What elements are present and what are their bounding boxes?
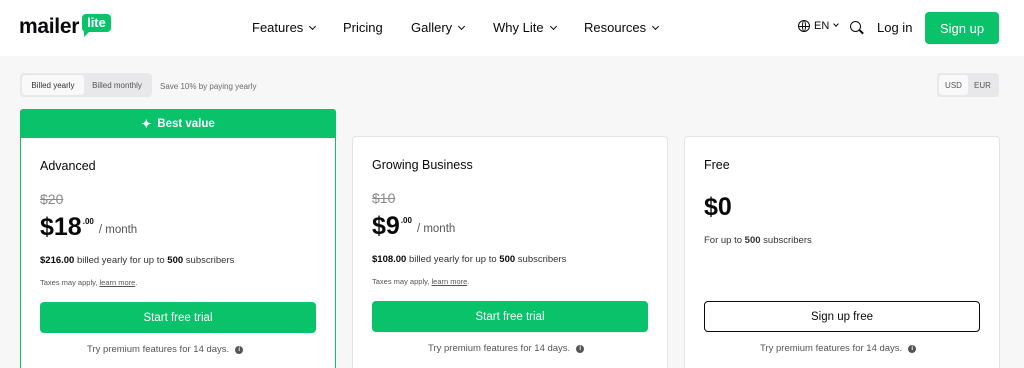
free-sub-prefix: For up to: [704, 235, 743, 246]
nav-resources-label: Resources: [584, 20, 647, 35]
billing-toggle: Billed yearly Billed monthly: [20, 73, 152, 97]
login-link[interactable]: Log in: [877, 20, 912, 36]
taxes-text: Taxes may apply,: [40, 278, 98, 287]
old-price: $10: [372, 190, 396, 206]
trial-note-text: Try premium features for 14 days.: [760, 343, 903, 354]
start-free-trial-button[interactable]: Start free trial: [40, 302, 316, 333]
billed-amount: $216.00: [40, 255, 75, 266]
price: $9 .00 / month: [372, 213, 455, 239]
price: $18 .00 / month: [40, 214, 137, 240]
mailerlite-logo[interactable]: mailer lite: [19, 14, 111, 40]
logo-text: mailer: [19, 15, 80, 38]
chevron-down-icon: [833, 21, 840, 27]
price-amount: $0: [704, 193, 732, 221]
language-selector[interactable]: EN: [798, 20, 840, 32]
price-period: / month: [98, 224, 138, 236]
trial-note: Try premium features for 14 days. i: [87, 344, 244, 355]
plan-name: Growing Business: [372, 158, 473, 172]
nav-pricing-label: Pricing: [343, 20, 383, 35]
sign-up-free-button[interactable]: Sign up free: [704, 301, 980, 332]
taxes-text: Taxes may apply,: [372, 277, 430, 286]
currency-eur[interactable]: EUR: [968, 75, 997, 95]
billed-text: billed yearly for up to: [76, 255, 165, 266]
nav-gallery-label: Gallery: [411, 20, 453, 35]
plan-card-free: Free $0 For up to 500 subscribers Sign u…: [684, 136, 1000, 368]
billed-text: billed yearly for up to: [408, 254, 497, 265]
price-period: / month: [416, 223, 456, 235]
subscriber-suffix: subscribers: [763, 235, 812, 246]
subscriber-suffix: subscribers: [185, 255, 235, 266]
chevron-down-icon: [549, 22, 557, 30]
info-icon[interactable]: i: [235, 345, 244, 354]
save-note: Save 10% by paying yearly: [160, 82, 257, 91]
price-cents: .00: [82, 217, 94, 226]
nav-why-lite[interactable]: Why Lite: [493, 20, 557, 36]
trial-note-text: Try premium features for 14 days.: [87, 344, 230, 355]
trial-note-text: Try premium features for 14 days.: [428, 343, 571, 354]
trial-note: Try premium features for 14 days. i: [428, 343, 585, 354]
currency-toggle: USD EUR: [937, 73, 999, 97]
signup-button[interactable]: Sign up: [925, 12, 999, 44]
plan-name: Advanced: [40, 159, 96, 173]
taxes-note: Taxes may apply, learn more.: [372, 277, 469, 286]
plan-card-advanced: ✦ Best value Advanced $20 $18 .00 / mont…: [20, 109, 336, 368]
price-cents: .00: [400, 216, 412, 225]
sparkle-icon: ✦: [141, 116, 152, 131]
chevron-down-icon: [652, 22, 660, 30]
chevron-down-icon: [458, 22, 466, 30]
price-amount: $18: [40, 213, 82, 241]
taxes-period: .: [467, 277, 470, 286]
currency-usd[interactable]: USD: [939, 75, 968, 95]
nav-gallery[interactable]: Gallery: [411, 20, 466, 36]
subscriber-count: 500: [744, 235, 761, 246]
billed-amount: $108.00: [372, 254, 407, 265]
nav-resources[interactable]: Resources: [584, 20, 660, 36]
globe-icon: [798, 20, 810, 32]
info-icon[interactable]: i: [576, 344, 585, 353]
billed-info: $216.00 billed yearly for up to 500 subs…: [40, 255, 234, 266]
plan-name: Free: [704, 158, 730, 172]
learn-more-link[interactable]: learn more: [99, 278, 135, 287]
billed-monthly-option[interactable]: Billed monthly: [84, 75, 150, 95]
learn-more-link[interactable]: learn more: [431, 277, 467, 286]
billed-info: $108.00 billed yearly for up to 500 subs…: [372, 254, 566, 265]
nav-features-label: Features: [252, 20, 304, 35]
language-label: EN: [814, 20, 830, 32]
plan-card-growing-business: Growing Business $10 $9 .00 / month $108…: [352, 136, 668, 368]
info-icon[interactable]: i: [908, 344, 917, 353]
free-subscribers-info: For up to 500 subscribers: [704, 235, 812, 246]
start-free-trial-button[interactable]: Start free trial: [372, 301, 648, 332]
trial-note: Try premium features for 14 days. i: [760, 343, 917, 354]
subscriber-suffix: subscribers: [517, 254, 567, 265]
chevron-down-icon: [309, 22, 317, 30]
price-amount: $9: [372, 212, 400, 240]
billed-yearly-option[interactable]: Billed yearly: [22, 75, 84, 95]
pricing-section: Billed yearly Billed monthly Save 10% by…: [0, 56, 1024, 368]
old-price: $20: [40, 191, 64, 207]
subscriber-count: 500: [167, 255, 184, 266]
taxes-period: .: [135, 278, 138, 287]
logo-badge: lite: [82, 14, 111, 37]
best-value-banner: ✦ Best value: [20, 109, 336, 138]
best-value-label: Best value: [157, 117, 215, 130]
subscriber-count: 500: [499, 254, 516, 265]
nav-features[interactable]: Features: [252, 20, 317, 36]
taxes-note: Taxes may apply, learn more.: [40, 278, 137, 287]
search-icon[interactable]: [850, 21, 861, 32]
nav-pricing[interactable]: Pricing: [343, 20, 383, 36]
nav-why-lite-label: Why Lite: [493, 20, 544, 35]
site-header: mailer lite Features Pricing Gallery Why…: [0, 0, 1024, 56]
